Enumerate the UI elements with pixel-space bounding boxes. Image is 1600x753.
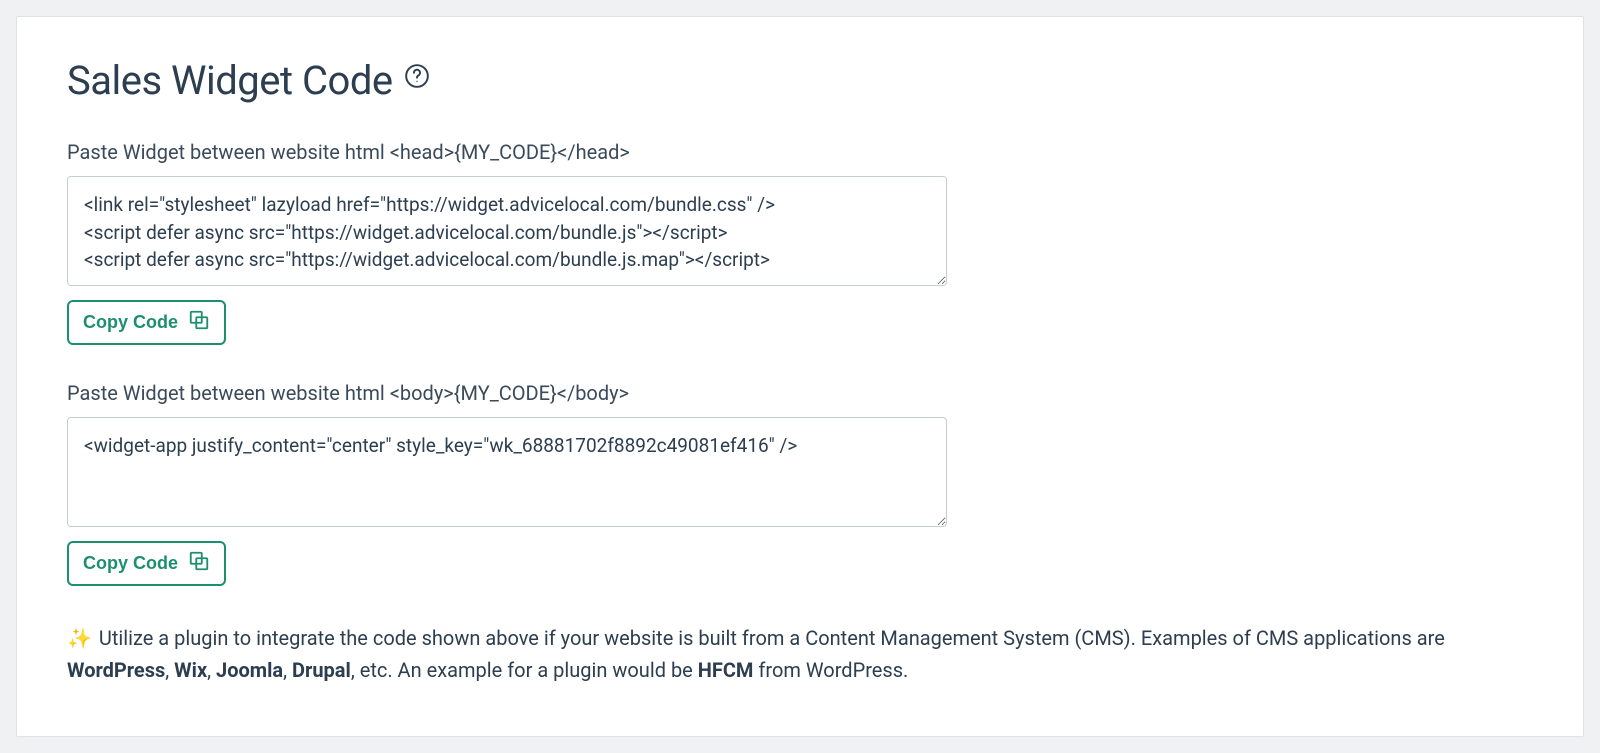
help-icon[interactable] bbox=[403, 62, 431, 90]
footnote-bold-drupal: Drupal bbox=[292, 658, 351, 682]
copy-icon bbox=[188, 550, 210, 577]
body-code-textarea[interactable] bbox=[67, 417, 947, 527]
copy-body-code-button[interactable]: Copy Code bbox=[67, 541, 226, 586]
footnote-text: Utilize a plugin to integrate the code s… bbox=[94, 626, 1445, 650]
copy-button-label: Copy Code bbox=[83, 553, 178, 574]
footnote-text: , etc. An example for a plugin would be bbox=[351, 658, 698, 682]
page-title: Sales Widget Code bbox=[67, 57, 393, 104]
head-code-textarea[interactable] bbox=[67, 176, 947, 286]
footnote-bold-wordpress: WordPress bbox=[67, 658, 165, 682]
footnote-bold-hfcm: HFCM bbox=[698, 658, 754, 682]
sparkle-icon: ✨ bbox=[67, 626, 92, 650]
copy-button-label: Copy Code bbox=[83, 312, 178, 333]
footnote-text: from WordPress. bbox=[753, 658, 908, 682]
widget-code-card: Sales Widget Code Paste Widget between w… bbox=[16, 16, 1584, 737]
footnote: ✨ Utilize a plugin to integrate the code… bbox=[67, 622, 1487, 686]
title-row: Sales Widget Code bbox=[67, 57, 1533, 104]
footnote-bold-joomla: Joomla bbox=[216, 658, 283, 682]
head-code-section: Paste Widget between website html <head>… bbox=[67, 140, 1533, 345]
footnote-bold-wix: Wix bbox=[174, 658, 207, 682]
copy-icon bbox=[188, 309, 210, 336]
head-code-label: Paste Widget between website html <head>… bbox=[67, 140, 1533, 164]
body-code-section: Paste Widget between website html <body>… bbox=[67, 381, 1533, 586]
body-code-label: Paste Widget between website html <body>… bbox=[67, 381, 1533, 405]
copy-head-code-button[interactable]: Copy Code bbox=[67, 300, 226, 345]
